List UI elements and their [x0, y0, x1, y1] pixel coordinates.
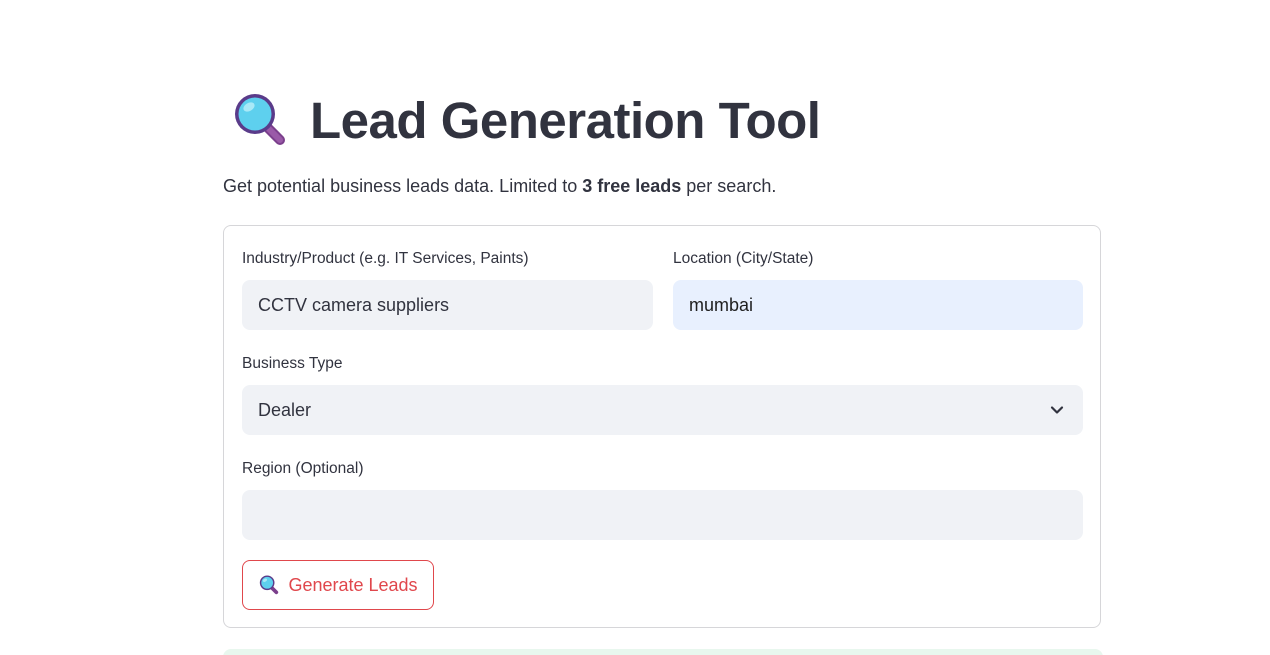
generate-leads-label: Generate Leads — [288, 574, 418, 595]
industry-input[interactable]: CCTV camera suppliers — [242, 280, 653, 330]
magnifying-glass-icon — [235, 94, 285, 145]
page-title: Lead Generation Tool — [310, 91, 821, 149]
magnifying-glass-icon — [260, 575, 279, 595]
success-alert — [223, 649, 1103, 655]
region-input[interactable] — [242, 490, 1083, 540]
subtitle-suffix: per search. — [681, 176, 777, 196]
business-type-selected: Dealer — [258, 399, 312, 420]
location-input[interactable]: mumbai — [673, 280, 1083, 330]
subtitle-prefix: Get potential business leads data. Limit… — [223, 176, 583, 196]
generate-leads-button[interactable]: Generate Leads — [242, 560, 434, 610]
business-type-select[interactable]: Dealer — [242, 385, 1083, 435]
page-title-row: Lead Generation Tool — [230, 90, 821, 150]
subtitle-bold: 3 free leads — [582, 176, 682, 196]
business-type-label: Business Type — [242, 355, 343, 372]
page: Lead Generation Tool Get potential busin… — [0, 0, 1270, 655]
industry-label: Industry/Product (e.g. IT Services, Pain… — [242, 250, 529, 267]
lead-form: Industry/Product (e.g. IT Services, Pain… — [223, 225, 1101, 628]
location-label: Location (City/State) — [673, 250, 814, 267]
chevron-down-icon — [1050, 406, 1064, 414]
region-label: Region (Optional) — [242, 460, 364, 477]
page-subtitle: Get potential business leads data. Limit… — [223, 176, 776, 197]
